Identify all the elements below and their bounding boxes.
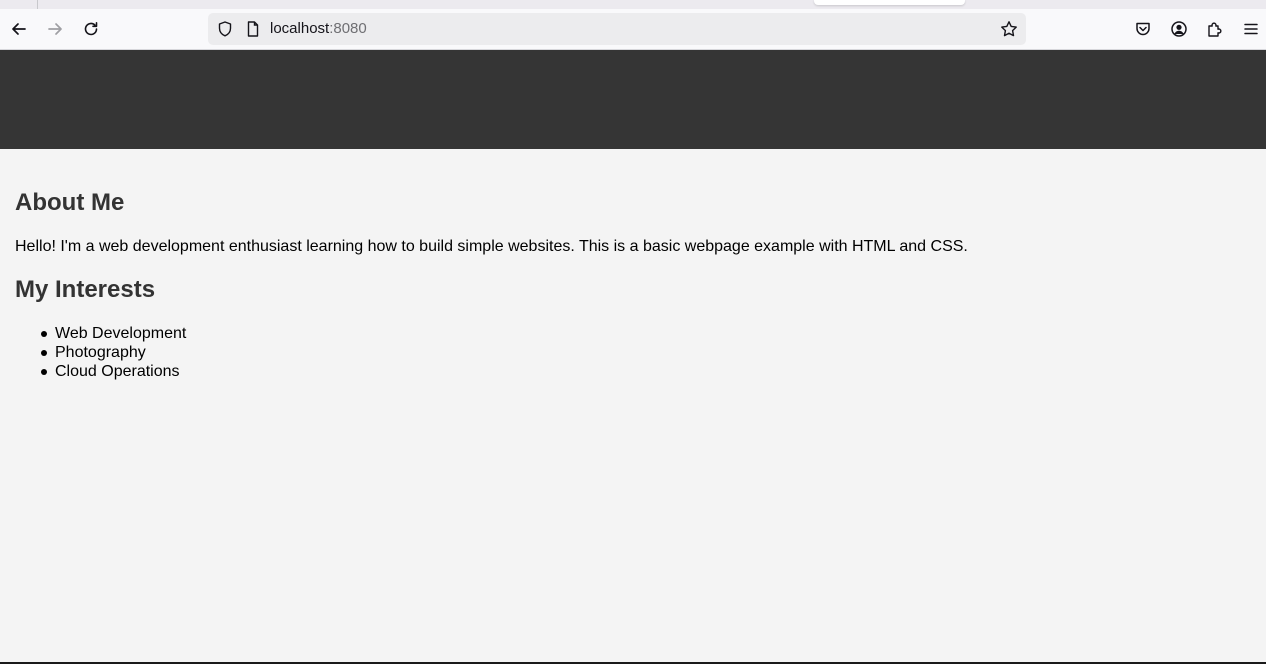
- page-icon: [247, 21, 259, 37]
- about-paragraph: Hello! I'm a web development enthusiast …: [15, 238, 968, 255]
- bookmark-star-button[interactable]: [998, 18, 1020, 40]
- interests-list: Web Development Photography Cloud Operat…: [15, 324, 186, 381]
- tab-strip: [0, 0, 1266, 9]
- nav-toolbar: localhost:8080: [0, 9, 1266, 50]
- url-port: :8080: [329, 20, 367, 37]
- app-menu-button[interactable]: [1237, 15, 1265, 43]
- back-arrow-icon: [12, 23, 26, 35]
- extensions-icon: [1208, 22, 1222, 37]
- forward-arrow-icon: [48, 23, 62, 35]
- pocket-button[interactable]: [1129, 15, 1157, 43]
- account-icon: [1171, 21, 1187, 37]
- reload-button[interactable]: [77, 15, 105, 43]
- menu-icon: [1244, 23, 1258, 35]
- forward-button[interactable]: [41, 15, 69, 43]
- extensions-button[interactable]: [1201, 15, 1229, 43]
- about-heading: About Me: [15, 189, 125, 216]
- url-text[interactable]: localhost:8080: [270, 20, 367, 38]
- shield-icon[interactable]: [216, 20, 234, 38]
- list-item: Cloud Operations: [15, 362, 186, 381]
- tab-active[interactable]: [814, 0, 965, 5]
- list-item: Photography: [15, 343, 186, 362]
- interests-heading: My Interests: [15, 276, 156, 303]
- site-header: [0, 50, 1266, 149]
- reload-icon: [84, 22, 98, 36]
- url-bar[interactable]: localhost:8080: [208, 13, 1026, 45]
- url-host: localhost: [270, 20, 330, 37]
- account-button[interactable]: [1165, 15, 1193, 43]
- back-button[interactable]: [5, 15, 33, 43]
- star-icon: [1001, 21, 1017, 37]
- list-item: Web Development: [15, 324, 186, 343]
- pocket-icon: [1136, 22, 1150, 36]
- tab-separator: [37, 0, 38, 9]
- browser-chrome: localhost:8080: [0, 0, 1266, 50]
